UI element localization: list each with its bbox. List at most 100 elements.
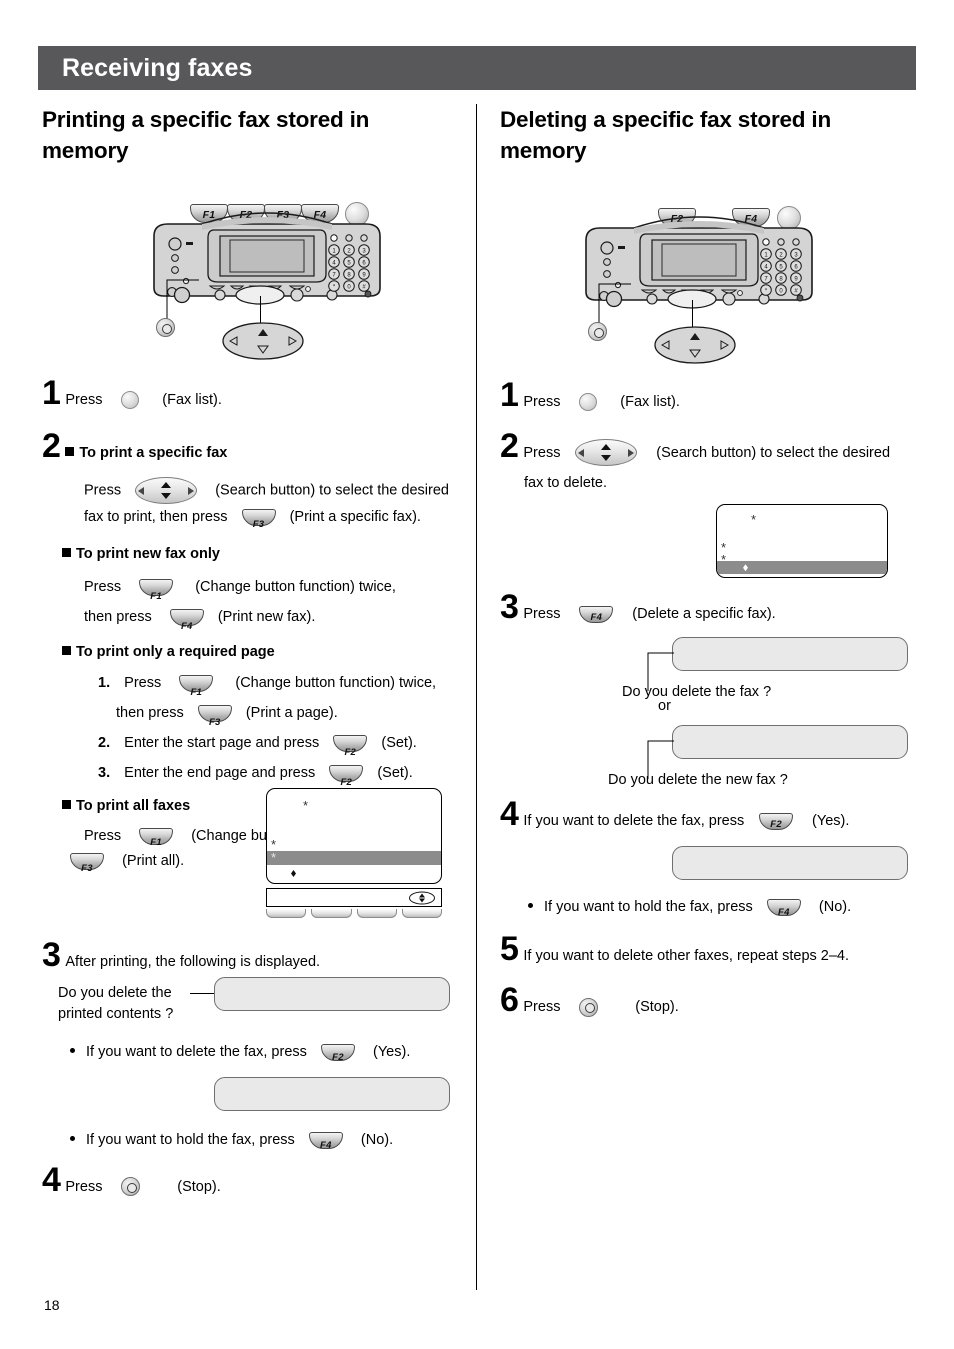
req-item-3-number: 3. — [98, 765, 111, 781]
right-step-2-line1-b: (Search button) to select the desired — [656, 445, 891, 461]
req-item-1-a: Press — [124, 675, 162, 691]
right-step-4-text-a: If you want to delete the fax, press — [523, 813, 745, 830]
req-item-1-number: 1. — [98, 675, 111, 691]
soft-key-1[interactable] — [266, 909, 307, 918]
left-step-2-line2-a: fax to print, then press — [84, 509, 228, 525]
req-item-2-a: Enter the start page and press — [124, 735, 320, 751]
right-step-6-text-before: Press — [523, 999, 561, 1016]
soft-key-3[interactable] — [356, 909, 397, 918]
right-step-4-number: 4 — [500, 795, 519, 834]
search-button-icon[interactable] — [135, 477, 198, 504]
right-step-6-text-after: (Stop). — [635, 999, 679, 1016]
fax-list-lamp-icon[interactable] — [121, 390, 140, 409]
bullet2-a: If you want to hold the fax, press — [86, 1132, 295, 1148]
left-block-new-fax-heading: To print new fax only — [76, 546, 220, 562]
right-step-3: 3 Press F4 (Delete a specific fax). — [500, 590, 920, 625]
left-step-1-number: 1 — [42, 374, 61, 412]
all-faxes-line1-a: Press — [84, 828, 122, 844]
left-step-1: 1 Press (Fax list). — [42, 374, 470, 412]
f2-key-icon[interactable]: F2 — [329, 764, 364, 788]
bullet-square-icon — [62, 800, 71, 809]
all-faxes-line2-b: (Print all). — [122, 853, 185, 869]
left-lcd-preview: * * * — [266, 788, 442, 918]
fax-list-lamp-icon[interactable] — [579, 392, 598, 411]
stop-button-callout-icon — [156, 318, 175, 337]
f4-key-icon[interactable]: F4 — [766, 898, 801, 918]
right-step-2-line2: fax to delete. — [524, 475, 608, 492]
f2-key-icon[interactable]: F2 — [320, 1043, 355, 1063]
stop-button-icon[interactable] — [121, 1177, 141, 1197]
page-number: 18 — [44, 1297, 60, 1313]
f2-key-icon[interactable]: F2 — [333, 734, 368, 758]
left-step-3-text: After printing, the following is display… — [65, 954, 321, 970]
f1-key-icon[interactable]: F1 — [139, 578, 174, 602]
delete-fax-balloon — [672, 637, 908, 672]
page-title: Receiving faxes — [62, 53, 253, 82]
lcd-soft-key-bar — [266, 888, 442, 907]
f4-key-icon[interactable]: F4 — [169, 608, 204, 632]
f3-key-icon[interactable]: F3 — [241, 508, 276, 530]
lcd-asterisk-2: * — [271, 837, 277, 852]
left-step-3-bullet-1: If you want to delete the fax, press F2 … — [70, 1041, 470, 1063]
req-item-1-a2: then press — [116, 705, 184, 721]
new-fax-line2-b: (Print new fax). — [217, 609, 316, 625]
all-faxes-heading: To print all faxes — [76, 798, 191, 814]
new-fax-line1-a: Press — [84, 579, 122, 595]
delete-new-fax-balloon — [672, 725, 908, 760]
right-column: Deleting a specific fax stored in memory… — [500, 104, 920, 1018]
bullet-dot-icon — [70, 1048, 75, 1053]
stop-button-icon[interactable] — [579, 997, 599, 1017]
req-item-2-b: (Set). — [381, 735, 417, 751]
left-step-3-bullet-2: If you want to hold the fax, press F4 (N… — [70, 1129, 470, 1151]
scroll-updown-icon — [409, 891, 435, 904]
lcd-diamond-marker — [291, 870, 296, 877]
f3-key-icon[interactable]: F3 — [197, 704, 232, 728]
right-step-1-text-before: Press — [523, 394, 561, 410]
soft-key-4[interactable] — [401, 909, 442, 918]
req-item-1-b2: (Print a page). — [245, 705, 338, 721]
search-button-callout-icon — [654, 326, 736, 364]
left-step-2-number: 2 — [42, 427, 61, 465]
right-step-2-line1-a: Press — [523, 445, 561, 461]
lcd-asterisk-1: * — [303, 798, 309, 813]
f3-key-icon[interactable]: F3 — [70, 852, 104, 874]
bullet-dot-icon — [70, 1136, 75, 1141]
bullet2-b: (No). — [360, 1132, 394, 1148]
manual-page: Receiving faxes Printing a specific fax … — [0, 0, 954, 1349]
page-header-bar: Receiving faxes — [38, 46, 916, 90]
left-step-4-text-after: (Stop). — [177, 1179, 221, 1195]
req-item-3-a: Enter the end page and press — [124, 765, 316, 781]
right-step-3-text-before: Press — [523, 606, 561, 623]
f4-key-icon[interactable]: F4 — [308, 1131, 343, 1151]
right-step-5-number: 5 — [500, 930, 519, 969]
right-step-3-text-after: (Delete a specific fax). — [632, 606, 776, 623]
right-step-1: 1 Press (Fax list). — [500, 376, 920, 414]
req-item-3-b: (Set). — [377, 765, 413, 781]
right-step-1-number: 1 — [500, 376, 519, 414]
soft-key-2[interactable] — [311, 909, 352, 918]
column-divider — [476, 104, 477, 1290]
f1-key-icon[interactable]: F1 — [179, 674, 214, 698]
left-fax-machine-diagram: F1 F2 F3 F4 1 2 3 4 5 6 7 8 9 * 0 # — [42, 148, 470, 370]
f2-key-icon[interactable]: F2 — [759, 812, 794, 830]
right-step-3-balloon-2-group: Do you delete the new fax ? — [500, 725, 920, 788]
right-bullet-b: (No). — [818, 899, 852, 916]
right-bullet-a: If you want to hold the fax, press — [544, 899, 753, 916]
right-step-4: 4 If you want to delete the fax, press F… — [500, 795, 920, 834]
f1-key-icon[interactable]: F1 — [139, 827, 174, 848]
result-message-balloon — [214, 1077, 450, 1111]
lcd-asterisk-3: * — [271, 850, 277, 865]
right-step-3-balloon-1-group: Do you delete the fax ? — [500, 637, 920, 700]
stop-button-callout-icon — [588, 322, 607, 341]
required-page-heading: To print only a required page — [76, 644, 275, 660]
search-button-callout-icon — [222, 322, 304, 360]
left-step-1-text-before: Press — [65, 392, 103, 408]
req-item-2-number: 2. — [98, 735, 111, 751]
left-step-3: 3 After printing, the following is displ… — [42, 938, 470, 973]
search-button-icon[interactable] — [575, 439, 638, 467]
right-fax-machine-diagram: F2 F4 1 2 3 4 5 6 7 8 9 * 0 # — [500, 152, 920, 374]
left-step-2-heading: To print a specific fax — [79, 445, 228, 461]
f4-key-icon[interactable]: F4 — [579, 605, 614, 623]
fax-list-lcd-screen: * * * — [266, 788, 442, 884]
callout-leader — [190, 993, 214, 994]
